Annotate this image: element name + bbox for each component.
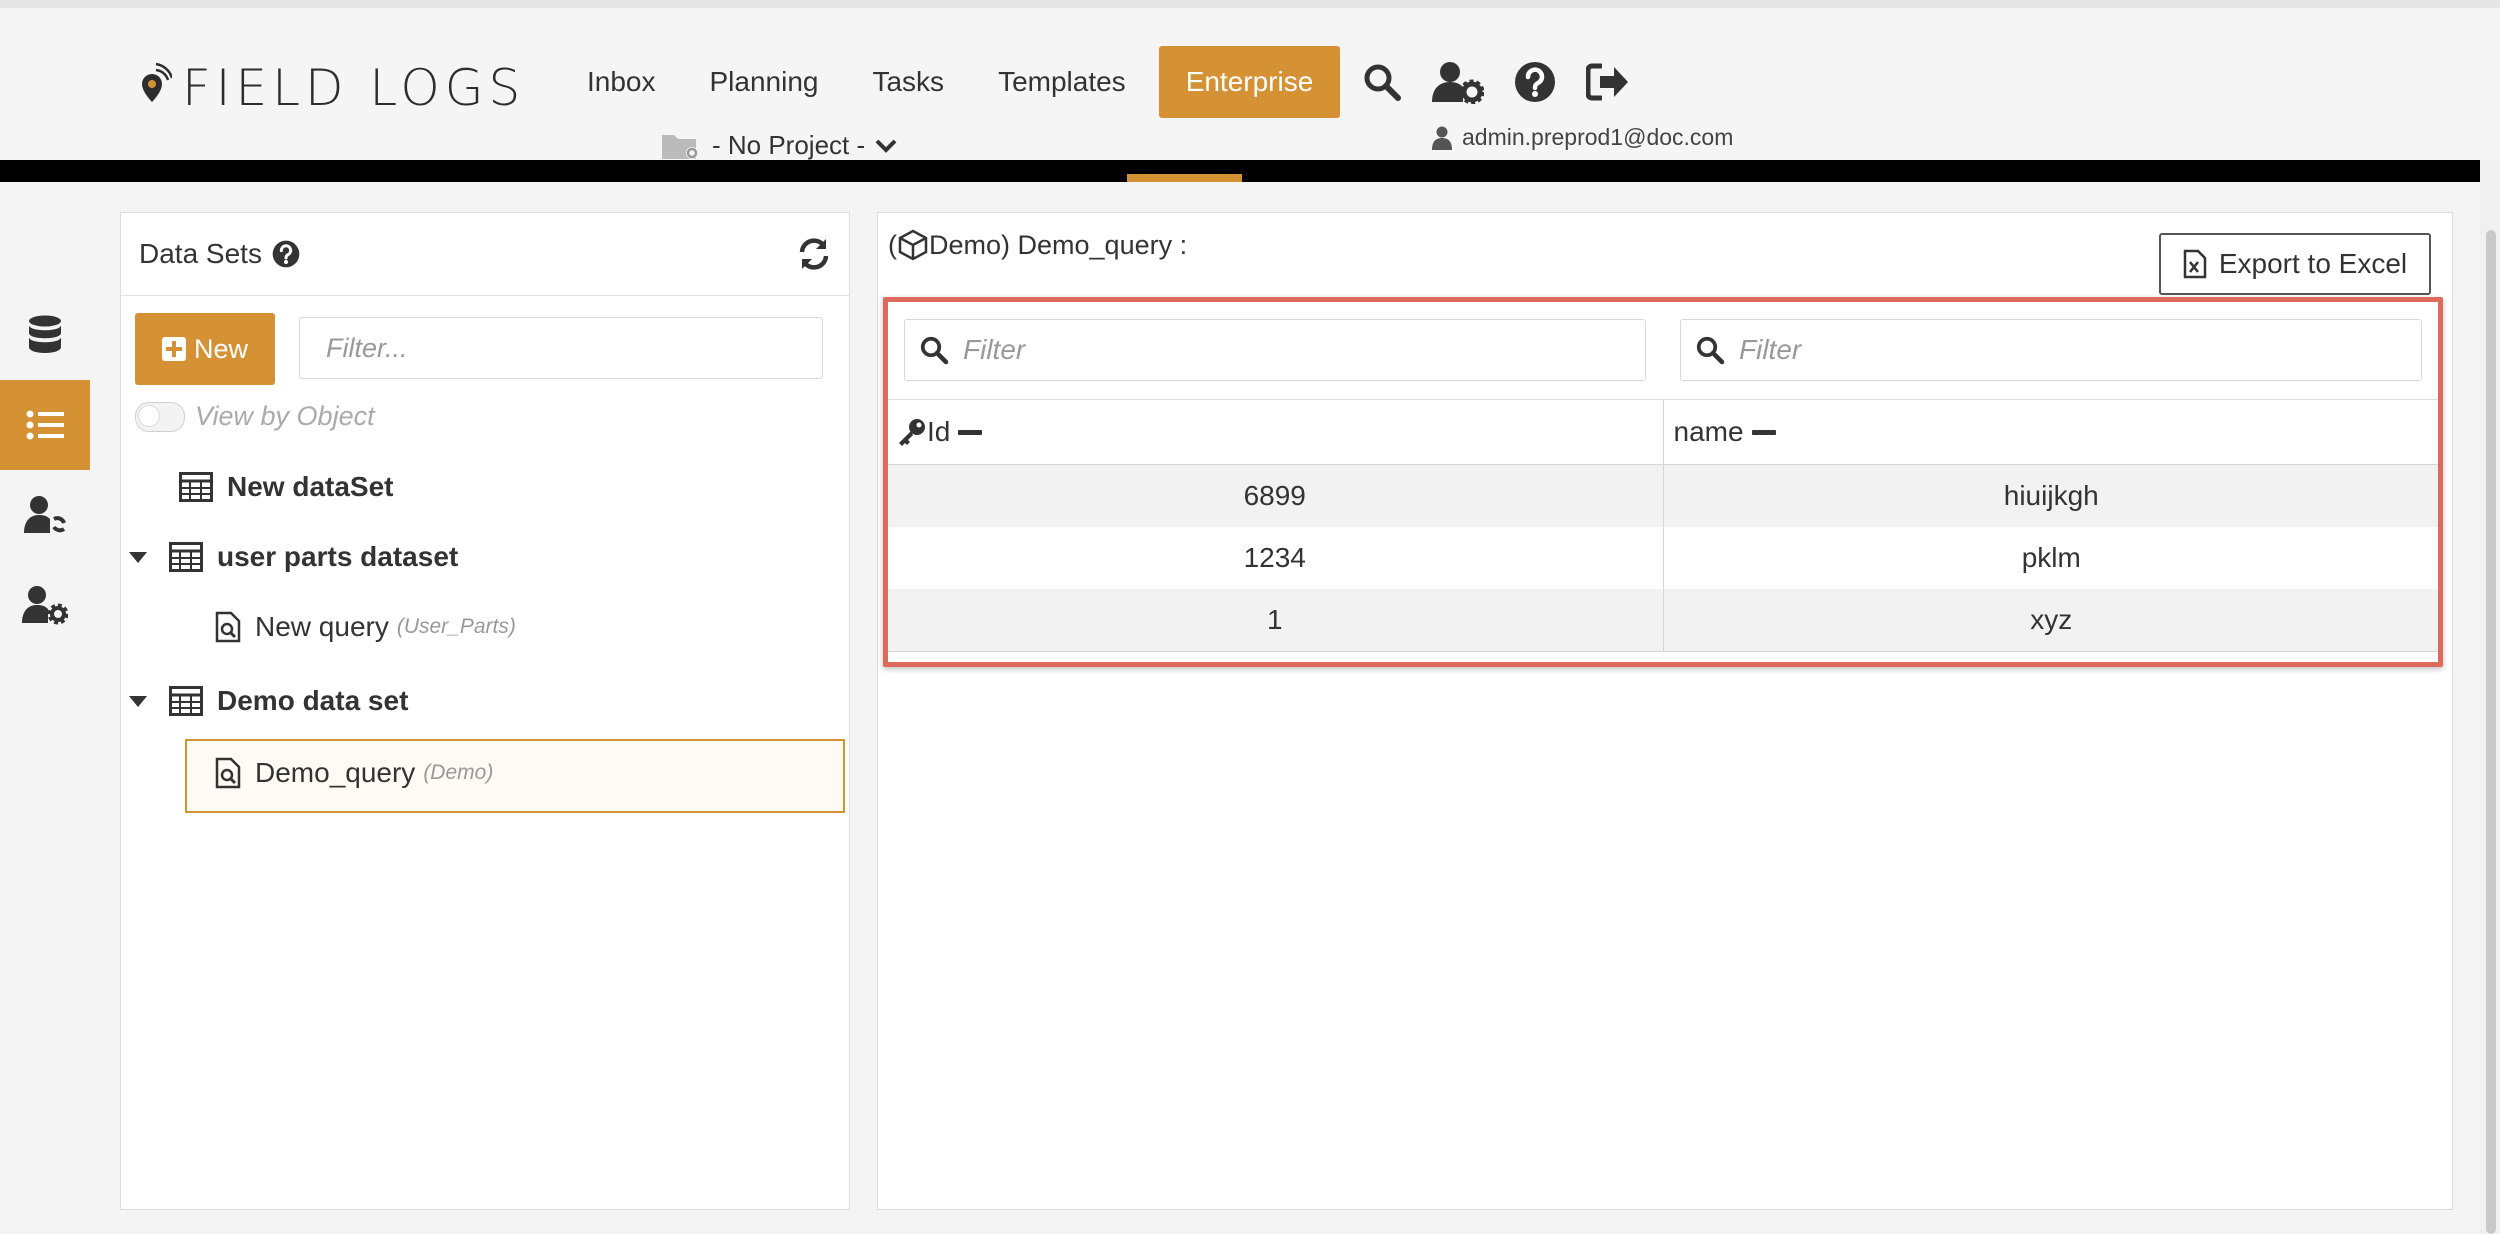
- nav-planning[interactable]: Planning: [683, 46, 846, 118]
- top-border: [0, 0, 2500, 8]
- caret-down-icon[interactable]: [129, 551, 147, 563]
- new-dataset-button[interactable]: New: [135, 313, 275, 385]
- tree-item-demo-data-set[interactable]: Demo data set: [129, 685, 408, 717]
- nav-templates[interactable]: Templates: [971, 46, 1153, 118]
- list-icon: [26, 410, 64, 440]
- logout-icon[interactable]: [1586, 62, 1630, 102]
- caret-down-icon[interactable]: [129, 695, 147, 707]
- nav-tasks[interactable]: Tasks: [845, 46, 971, 118]
- nav-inbox[interactable]: Inbox: [560, 46, 683, 118]
- title-paren: (: [888, 229, 897, 260]
- header-actions: [1362, 52, 1630, 112]
- help-icon[interactable]: [1514, 61, 1556, 103]
- results-highlight-frame: [883, 297, 2443, 667]
- datasets-title: Data Sets: [139, 238, 262, 269]
- user-icon: [1432, 126, 1452, 150]
- view-by-object-toggle[interactable]: [135, 401, 185, 432]
- logo-text: FIELD LOGS: [182, 59, 526, 117]
- dataset-filter-input[interactable]: [299, 317, 823, 379]
- excel-file-icon: [2183, 249, 2207, 279]
- table-icon: [179, 472, 213, 502]
- view-by-object-row: View by Object: [135, 401, 375, 432]
- search-icon[interactable]: [1362, 62, 1402, 102]
- user-sync-icon: [24, 496, 66, 533]
- export-to-excel-button[interactable]: Export to Excel: [2159, 233, 2431, 295]
- tree-item-demo-query[interactable]: Demo_query (Demo): [215, 757, 493, 789]
- query-results-panel: ( Demo) Demo_query : Export to Excel Fil…: [877, 212, 2453, 1210]
- sidebar-item-database[interactable]: [0, 290, 90, 380]
- tree-item-new-dataset[interactable]: New dataSet: [179, 471, 394, 503]
- new-button-label: New: [193, 333, 248, 364]
- app-logo[interactable]: FIELD LOGS: [128, 58, 525, 118]
- table-icon: [169, 542, 203, 572]
- tree-item-user-parts-dataset[interactable]: user parts dataset: [129, 541, 458, 573]
- datasets-panel: Data Sets New View by Object: [120, 212, 850, 1210]
- active-nav-indicator: [1127, 174, 1242, 182]
- folder-settings-icon: [662, 134, 698, 159]
- query-title-text: Demo) Demo_query :: [929, 229, 1188, 260]
- sidebar-item-list[interactable]: [0, 380, 90, 470]
- tree-item-label: Demo_query: [255, 757, 416, 788]
- query-file-icon: [215, 757, 241, 789]
- nav-enterprise[interactable]: Enterprise: [1158, 46, 1341, 118]
- cube-icon: [898, 229, 928, 261]
- query-title: ( Demo) Demo_query :: [888, 229, 1187, 261]
- database-icon: [29, 315, 61, 353]
- tree-item-label: Demo data set: [217, 685, 409, 716]
- project-label: - No Project -: [712, 130, 866, 160]
- plus-square-icon: [161, 337, 186, 361]
- datasets-panel-header: Data Sets: [121, 213, 849, 296]
- location-pin-icon: [142, 62, 172, 102]
- user-email: admin.preprod1@doc.com: [1462, 124, 1734, 150]
- tree-item-label: New dataSet: [227, 471, 394, 502]
- app-header: FIELD LOGS Inbox Planning Tasks Template…: [0, 8, 2500, 160]
- chevron-down-icon: [875, 139, 897, 153]
- refresh-icon[interactable]: [797, 237, 831, 271]
- sidebar-item-user-sync[interactable]: [0, 470, 90, 560]
- sidebar: [0, 290, 90, 650]
- table-icon: [169, 686, 203, 716]
- tree-item-label: user parts dataset: [217, 541, 459, 572]
- tree-item-object: (Demo): [423, 761, 494, 784]
- user-gear-icon: [22, 586, 68, 625]
- main-nav: Inbox Planning Tasks Templates Enterpris…: [560, 46, 1341, 118]
- export-label: Export to Excel: [2218, 248, 2408, 279]
- tree-item-label: New query: [255, 611, 389, 642]
- page-scrollbar-thumb[interactable]: [2486, 230, 2496, 1234]
- query-file-icon: [215, 611, 241, 643]
- project-selector[interactable]: - No Project -: [660, 130, 909, 161]
- tree-item-object: (User_Parts): [396, 615, 516, 638]
- view-by-object-label: View by Object: [195, 401, 375, 431]
- user-settings-icon[interactable]: [1432, 60, 1484, 104]
- sidebar-item-user-settings[interactable]: [0, 560, 90, 650]
- current-user: admin.preprod1@doc.com: [1432, 124, 1733, 151]
- help-icon[interactable]: [272, 240, 300, 268]
- tree-item-new-query[interactable]: New query (User_Parts): [215, 611, 516, 643]
